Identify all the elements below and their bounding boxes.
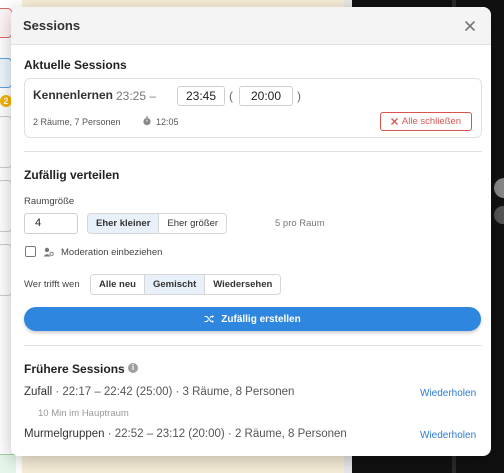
session-card: Kennenlernen 23:25 – 23:45 ( 20:00 ) 2 R… bbox=[24, 78, 482, 138]
section-title-current: Aktuelle Sessions bbox=[24, 58, 127, 72]
divider bbox=[24, 345, 482, 346]
room-size-input[interactable]: 4 bbox=[24, 213, 78, 234]
shuffle-icon bbox=[204, 315, 215, 323]
option-eher-groesser[interactable]: Eher größer bbox=[159, 214, 227, 233]
session-timer: 12:05 bbox=[156, 117, 179, 127]
room-size-label: Raumgröße bbox=[24, 196, 75, 207]
close-icon bbox=[391, 118, 398, 125]
history-details: · 22:17 – 22:42 (25:00) · 3 Räume, 8 Per… bbox=[52, 386, 295, 398]
paren-close: ) bbox=[297, 89, 301, 103]
session-name: Kennenlernen bbox=[33, 88, 114, 102]
history-name: Zufall bbox=[24, 386, 53, 398]
create-random-button[interactable]: Zufällig erstellen bbox=[24, 307, 481, 331]
moderation-label: Moderation einbeziehen bbox=[61, 247, 163, 258]
history-name: Murmelgruppen bbox=[24, 428, 105, 440]
close-icon[interactable] bbox=[461, 17, 479, 35]
who-meets-toggle: Alle neu Gemischt Wiedersehen bbox=[90, 274, 282, 295]
repeat-button[interactable]: Wiederholen bbox=[420, 388, 476, 399]
timer-icon bbox=[143, 116, 151, 126]
dialog-title: Sessions bbox=[23, 18, 81, 33]
history-sub: 10 Min im Hauptraum bbox=[38, 408, 129, 419]
history-details: · 22:52 – 23:12 (20:00) · 2 Räume, 8 Per… bbox=[104, 428, 347, 440]
room-size-toggle: Eher kleiner Eher größer bbox=[87, 213, 228, 234]
info-icon[interactable]: i bbox=[128, 363, 138, 373]
repeat-button[interactable]: Wiederholen bbox=[420, 430, 476, 441]
dialog-header: Sessions bbox=[11, 7, 491, 45]
background-green-tile bbox=[0, 454, 16, 473]
paren-open: ( bbox=[229, 89, 233, 103]
option-eher-kleiner[interactable]: Eher kleiner bbox=[88, 214, 160, 233]
section-title-random: Zufällig verteilen bbox=[24, 168, 120, 182]
close-all-label: Alle schließen bbox=[401, 116, 462, 127]
history-row: Zufall · 22:17 – 22:42 (25:00) · 3 Räume… bbox=[24, 386, 294, 398]
who-meets-label: Wer trifft wen bbox=[24, 279, 80, 290]
history-row: Murmelgruppen · 22:52 – 23:12 (20:00) · … bbox=[24, 428, 347, 440]
moderator-icon bbox=[43, 247, 54, 257]
sessions-dialog: Sessions Aktuelle Sessions Kennenlernen … bbox=[11, 7, 491, 456]
close-all-button[interactable]: Alle schließen bbox=[380, 112, 472, 131]
option-gemischt[interactable]: Gemischt bbox=[144, 275, 206, 294]
option-alle-neu[interactable]: Alle neu bbox=[91, 275, 145, 294]
moderation-checkbox[interactable] bbox=[25, 246, 36, 257]
per-room-hint: 5 pro Raum bbox=[275, 218, 325, 229]
session-meta: 2 Räume, 7 Personen bbox=[33, 117, 121, 127]
option-wiedersehen[interactable]: Wiedersehen bbox=[205, 275, 281, 294]
session-end-input[interactable]: 23:45 bbox=[177, 86, 225, 106]
session-start-time: 23:25 – bbox=[116, 89, 157, 103]
divider bbox=[24, 151, 482, 152]
session-duration-input[interactable]: 20:00 bbox=[239, 86, 293, 106]
section-title-history: Frühere Sessions bbox=[24, 362, 125, 376]
create-random-label: Zufällig erstellen bbox=[221, 313, 301, 325]
